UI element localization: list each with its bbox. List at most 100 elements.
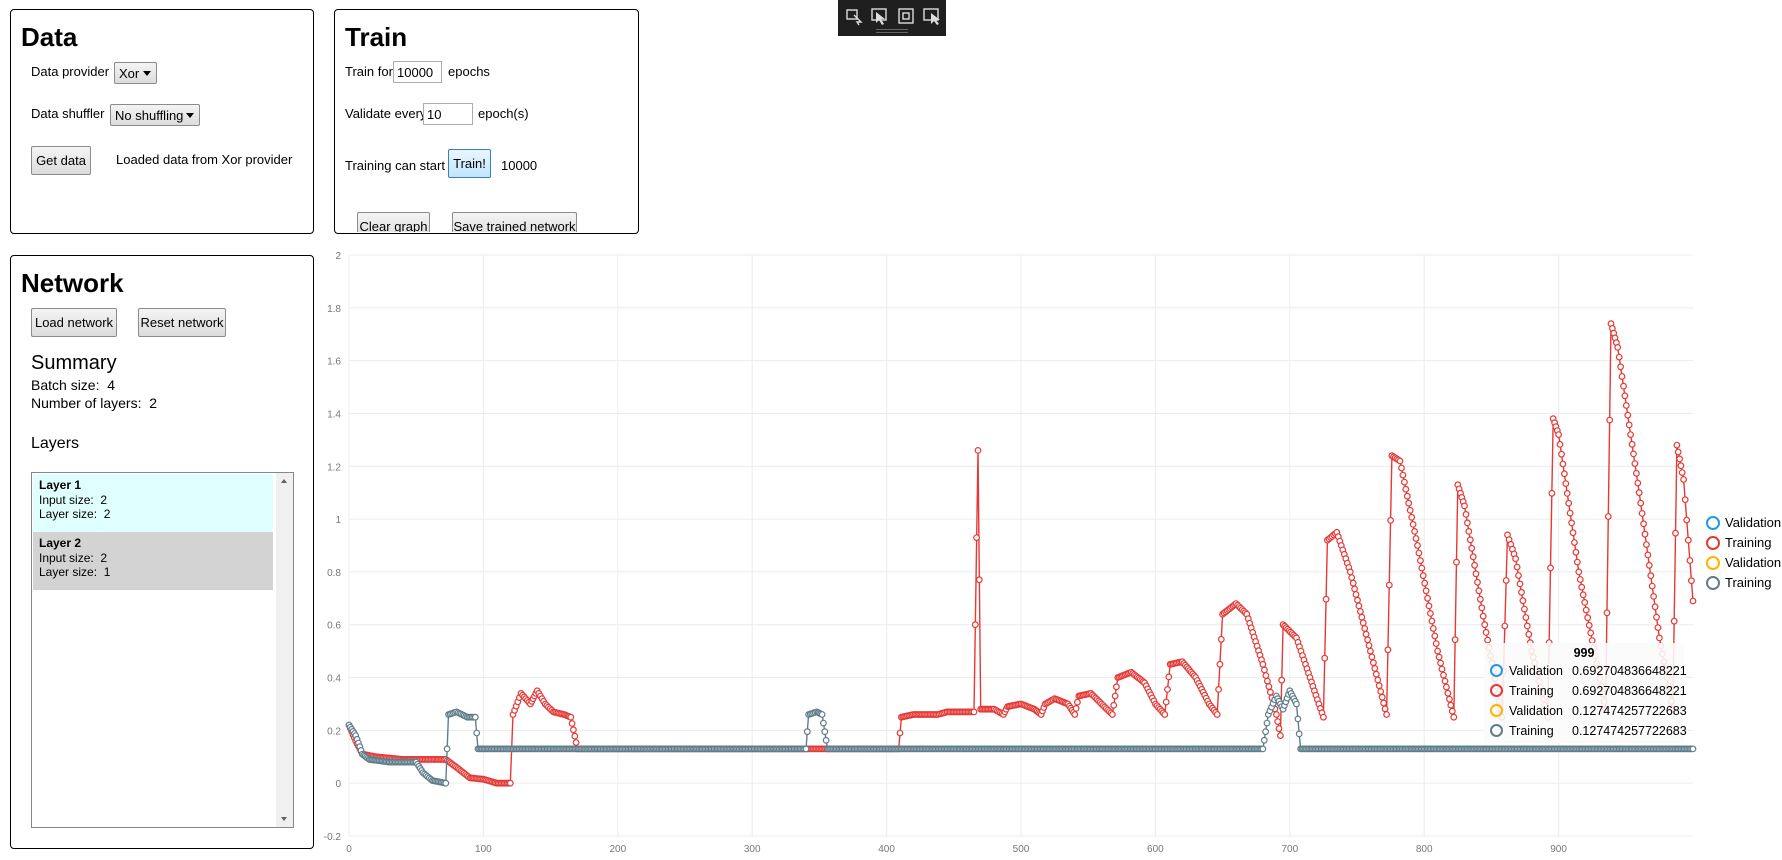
data-point: [1523, 622, 1531, 630]
data-point: [1689, 745, 1697, 753]
data-point: [506, 779, 514, 787]
data-point: [1414, 542, 1421, 549]
data-point: [1408, 513, 1416, 521]
data-point: [1215, 686, 1222, 693]
legend-item-validation-blue[interactable]: Validation: [1706, 515, 1781, 530]
data-point: [568, 720, 576, 727]
data-point: [1637, 499, 1645, 507]
data-point: [1513, 563, 1521, 571]
data-point: [1419, 572, 1427, 580]
data-point: [1558, 450, 1565, 458]
data-point: [1448, 707, 1456, 715]
data-point: [1445, 695, 1453, 703]
x-tick-label: 400: [878, 844, 895, 855]
data-point: [1364, 636, 1371, 644]
data-point: [970, 708, 978, 716]
legend-item-training-gray[interactable]: Training: [1706, 575, 1771, 590]
data-point: [1405, 499, 1413, 507]
data-point: [1355, 602, 1363, 610]
data-point: [1635, 489, 1643, 497]
tooltip-series: Validation: [1509, 704, 1563, 718]
data-point: [1378, 693, 1386, 701]
data-point: [1262, 728, 1269, 736]
data-point: [1438, 665, 1446, 673]
data-point: [1387, 517, 1394, 524]
data-point: [1437, 659, 1444, 667]
data-point: [1632, 469, 1640, 477]
data-point: [1369, 659, 1377, 667]
data-point: [1071, 711, 1079, 718]
data-point: [1319, 713, 1327, 721]
y-tick-label: 1.4: [327, 409, 341, 420]
data-point: [1418, 564, 1426, 572]
tooltip-marker: [1490, 664, 1503, 677]
data-point: [567, 713, 575, 721]
data-point: [1569, 529, 1577, 537]
data-point: [571, 732, 579, 740]
legend-item-training-red[interactable]: Training: [1706, 535, 1771, 550]
data-point: [1518, 588, 1525, 596]
y-tick-label: 1.8: [327, 304, 341, 315]
data-point: [1435, 653, 1443, 661]
data-point: [1434, 647, 1441, 655]
data-point: [1587, 629, 1595, 637]
data-point: [1372, 670, 1380, 678]
data-point: [1501, 622, 1509, 630]
data-point: [1352, 591, 1360, 598]
data-point: [1402, 485, 1410, 493]
data-point: [1349, 579, 1357, 587]
data-point: [1384, 646, 1392, 654]
data-point: [1573, 558, 1581, 566]
data-point: [1570, 539, 1578, 546]
data-point: [1522, 614, 1530, 621]
data-point: [1676, 455, 1683, 463]
tooltip-value: 0.127474257722683: [1572, 704, 1687, 718]
y-tick-label: 0.6: [327, 621, 341, 632]
data-point: [1272, 711, 1280, 718]
data-point: [802, 745, 810, 753]
data-point: [1403, 492, 1411, 500]
data-point: [1568, 519, 1575, 527]
data-point: [1164, 686, 1171, 693]
data-point: [1354, 596, 1361, 604]
data-point: [1462, 511, 1470, 518]
legend-item-validation-yellow[interactable]: Validation: [1706, 555, 1781, 570]
data-point: [1461, 502, 1468, 510]
data-point: [1630, 450, 1637, 458]
tooltip-series: Training: [1509, 684, 1554, 698]
tooltip-row: Training 0.127474257722683: [1490, 724, 1687, 738]
y-tick-label: -0.2: [324, 832, 342, 843]
data-point: [1655, 634, 1663, 642]
data-point: [1275, 725, 1283, 732]
data-point: [1368, 653, 1376, 661]
data-point: [1512, 555, 1519, 563]
data-point: [1572, 548, 1580, 556]
data-point: [1265, 683, 1273, 690]
data-point: [1295, 730, 1303, 738]
data-point: [1383, 711, 1390, 718]
data-point: [1346, 568, 1354, 576]
data-point: [1617, 363, 1624, 371]
tooltip-value: 0.127474257722683: [1572, 724, 1687, 738]
data-point: [1556, 441, 1564, 448]
data-point: [1468, 544, 1476, 552]
y-tick-label: 0.8: [327, 568, 341, 579]
data-point: [1161, 711, 1169, 718]
y-tick-label: 0: [335, 779, 341, 790]
data-point: [1687, 577, 1695, 585]
data-point: [1644, 551, 1652, 559]
x-tick-label: 500: [1013, 844, 1030, 855]
x-tick-label: 800: [1416, 844, 1433, 855]
data-point: [1361, 625, 1369, 632]
data-point: [1482, 629, 1490, 636]
tooltip-value: 0.692704836648221: [1572, 684, 1687, 698]
data-point: [803, 728, 811, 736]
data-point: [473, 729, 481, 737]
data-point: [1416, 557, 1424, 564]
y-tick-label: 0.2: [327, 726, 341, 737]
data-point: [1358, 613, 1366, 621]
data-point: [1425, 602, 1433, 610]
data-point: [1321, 654, 1329, 662]
data-point: [1469, 553, 1477, 561]
data-point: [1217, 635, 1225, 643]
